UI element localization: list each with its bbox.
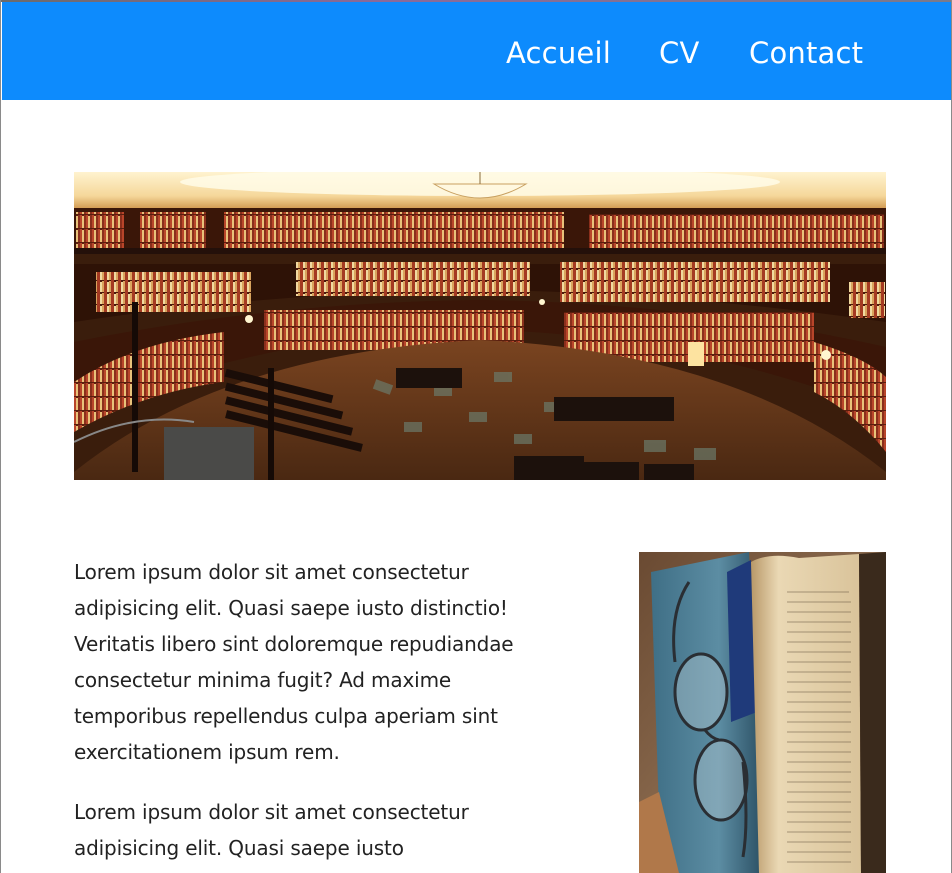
paragraph-1: Lorem ipsum dolor sit amet consectetur a…: [74, 560, 514, 764]
side-book-image: [639, 552, 886, 873]
nav-link-accueil[interactable]: Accueil: [506, 35, 611, 71]
paragraph-2: Lorem ipsum dolor sit amet consectetur a…: [74, 800, 469, 860]
hero-library-image: [74, 172, 886, 480]
content-text-column: Lorem ipsum dolor sit amet consectetur a…: [74, 554, 544, 873]
navbar: Accueil CV Contact: [2, 2, 951, 100]
nav-link-contact[interactable]: Contact: [749, 35, 863, 71]
page: Accueil CV Contact Lorem ipsum dolor sit…: [0, 0, 952, 873]
nav-link-cv[interactable]: CV: [659, 35, 700, 71]
